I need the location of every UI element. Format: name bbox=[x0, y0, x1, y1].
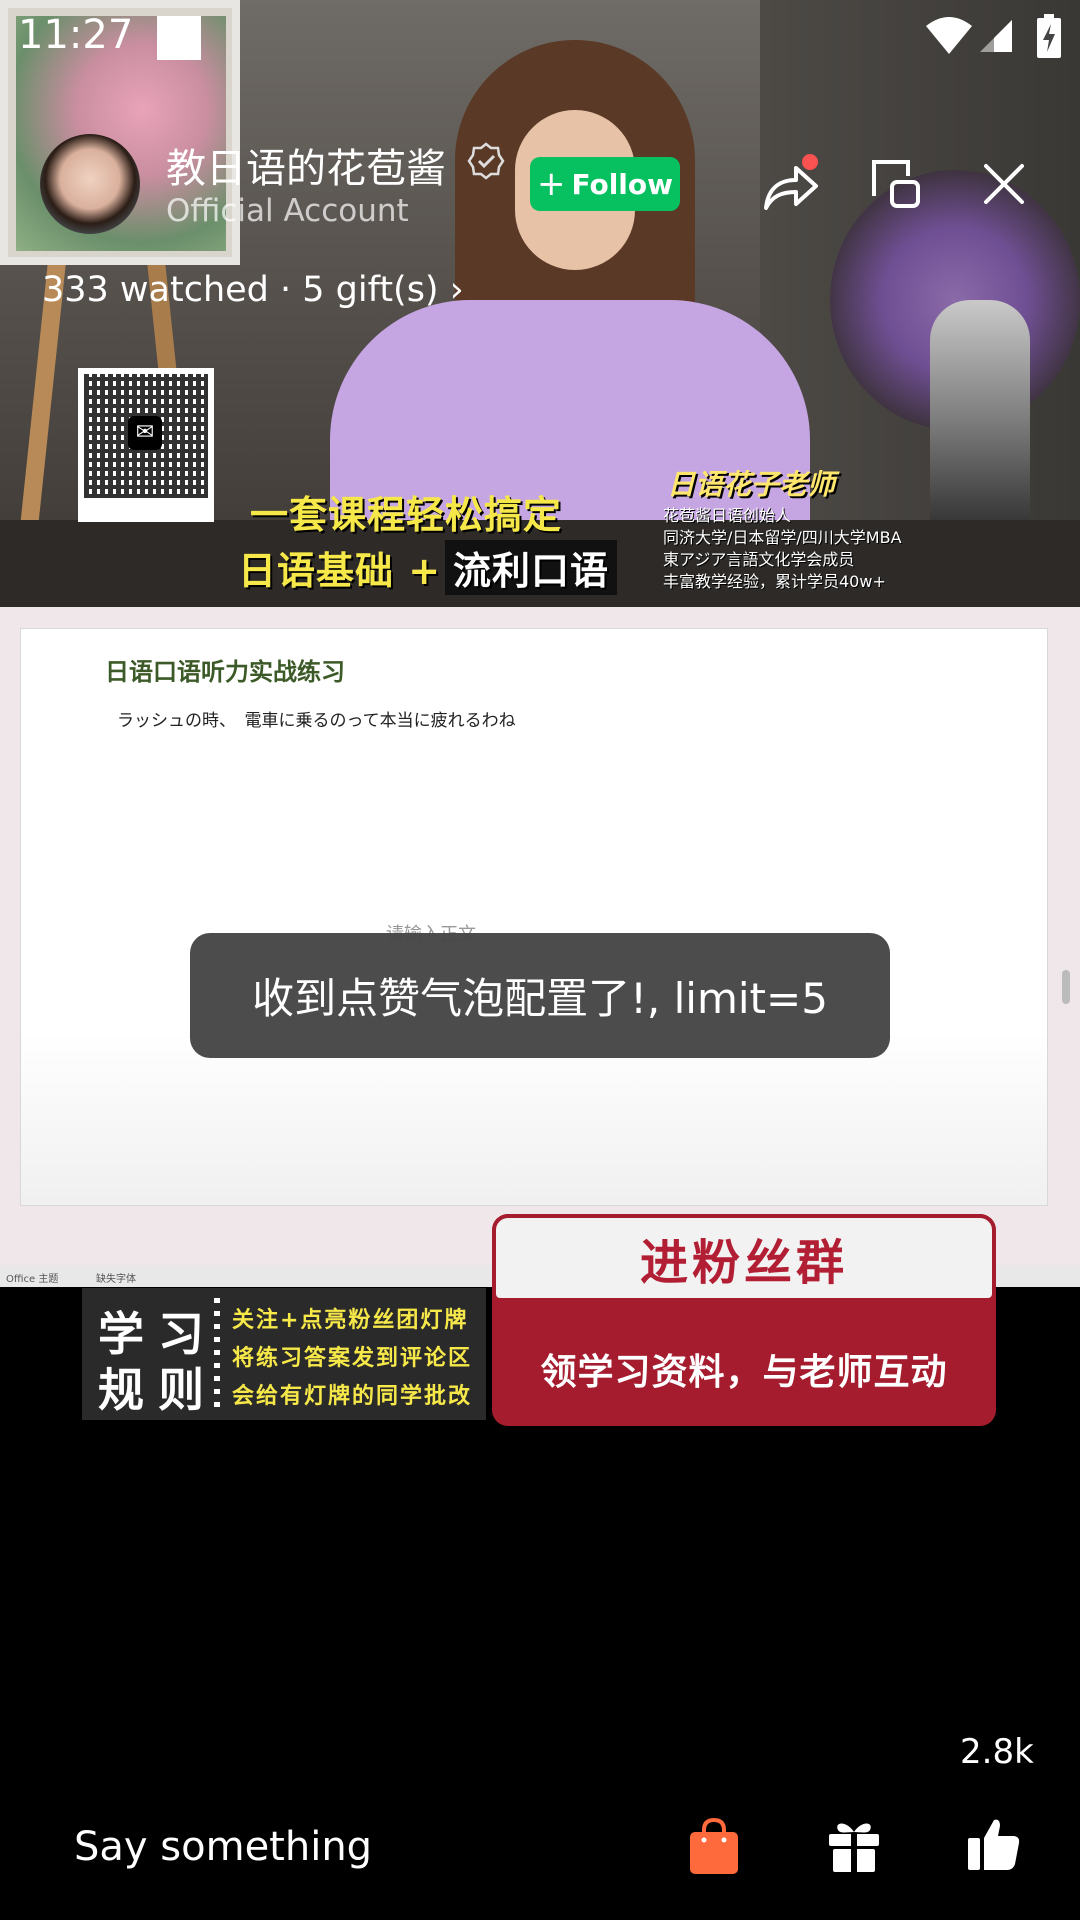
shopping-bag-icon[interactable] bbox=[688, 1818, 740, 1876]
slide-footer-fonts: 缺失字体 bbox=[96, 1274, 136, 1285]
slide-title: 日语口语听力实战练习 bbox=[105, 658, 345, 686]
rules-title-line2: 规则 bbox=[98, 1363, 218, 1417]
cell-signal-icon bbox=[980, 20, 1012, 52]
rules-line: 将练习答案发到评论区 bbox=[232, 1346, 473, 1371]
close-icon[interactable] bbox=[980, 160, 1028, 208]
teacher-line: 花苞酱日语创始人 bbox=[663, 506, 792, 525]
study-rules-banner: 学习 规则 关注+点亮粉丝团灯牌 将练习答案发到评论区 会给有灯牌的同学批改 bbox=[82, 1288, 486, 1420]
teacher-card: 日语花子老师 花苞酱日语创始人 同济大学/日本留学/四川大学MBA 東アジア言語… bbox=[655, 463, 955, 603]
slide-scrollbar bbox=[1062, 970, 1070, 1004]
plus-icon: + bbox=[536, 164, 566, 204]
rules-line: 会给有灯牌的同学批改 bbox=[232, 1384, 473, 1409]
host-avatar[interactable] bbox=[40, 134, 140, 234]
qr-code: ✉ bbox=[78, 368, 214, 522]
comment-input[interactable]: Say something bbox=[74, 1824, 372, 1870]
notification-icon bbox=[157, 16, 201, 60]
promo-line-1: 一套课程轻松搞定 bbox=[250, 493, 563, 537]
gift-icon[interactable] bbox=[826, 1818, 882, 1874]
battery-charging-icon bbox=[1037, 14, 1061, 58]
slide-text: ラッシュの時、 電車に乗るのって本当に疲れるわね bbox=[117, 711, 516, 731]
notification-dot bbox=[802, 154, 818, 170]
verified-badge-icon bbox=[467, 142, 505, 180]
slide-footer-theme: Office 主题 bbox=[6, 1274, 59, 1285]
follow-button[interactable]: + Follow bbox=[530, 157, 680, 211]
rules-line: 关注+点亮粉丝团灯牌 bbox=[232, 1308, 469, 1333]
thumbs-up-icon[interactable] bbox=[966, 1816, 1022, 1872]
toast-message: 收到点赞气泡配置了!, limit=5 bbox=[190, 933, 890, 1058]
teacher-line: 東アジア言語文化学会成员 bbox=[663, 550, 855, 569]
teacher-line: 丰富教学经验，累计学员40w+ bbox=[663, 572, 886, 591]
fans-group-title: 进粉丝群 bbox=[492, 1214, 996, 1302]
wechat-logo-icon: ✉ bbox=[128, 416, 162, 450]
fans-group-subtitle: 领学习资料，与老师互动 bbox=[540, 1352, 948, 1393]
floating-window-icon[interactable] bbox=[870, 158, 922, 210]
wifi-icon bbox=[926, 17, 972, 54]
host-name[interactable]: 教日语的花苞酱 bbox=[166, 136, 446, 194]
account-type-label: Official Account bbox=[166, 193, 409, 229]
promo-line-2-highlight: 流利口语 bbox=[445, 540, 618, 595]
follow-label: Follow bbox=[571, 167, 674, 201]
teacher-line: 同济大学/日本留学/四川大学MBA bbox=[663, 528, 902, 547]
rules-divider bbox=[214, 1298, 220, 1410]
join-fan-group-banner[interactable]: 进粉丝群 领学习资料，与老师互动 bbox=[492, 1214, 996, 1426]
promo-line-2: 日语基础 + bbox=[238, 549, 442, 593]
like-count: 2.8k bbox=[960, 1732, 1034, 1772]
status-time: 11:27 bbox=[18, 12, 134, 58]
teacher-name: 日语花子老师 bbox=[667, 468, 836, 501]
watch-gift-stats[interactable]: 333 watched · 5 gift(s) › bbox=[42, 270, 464, 310]
